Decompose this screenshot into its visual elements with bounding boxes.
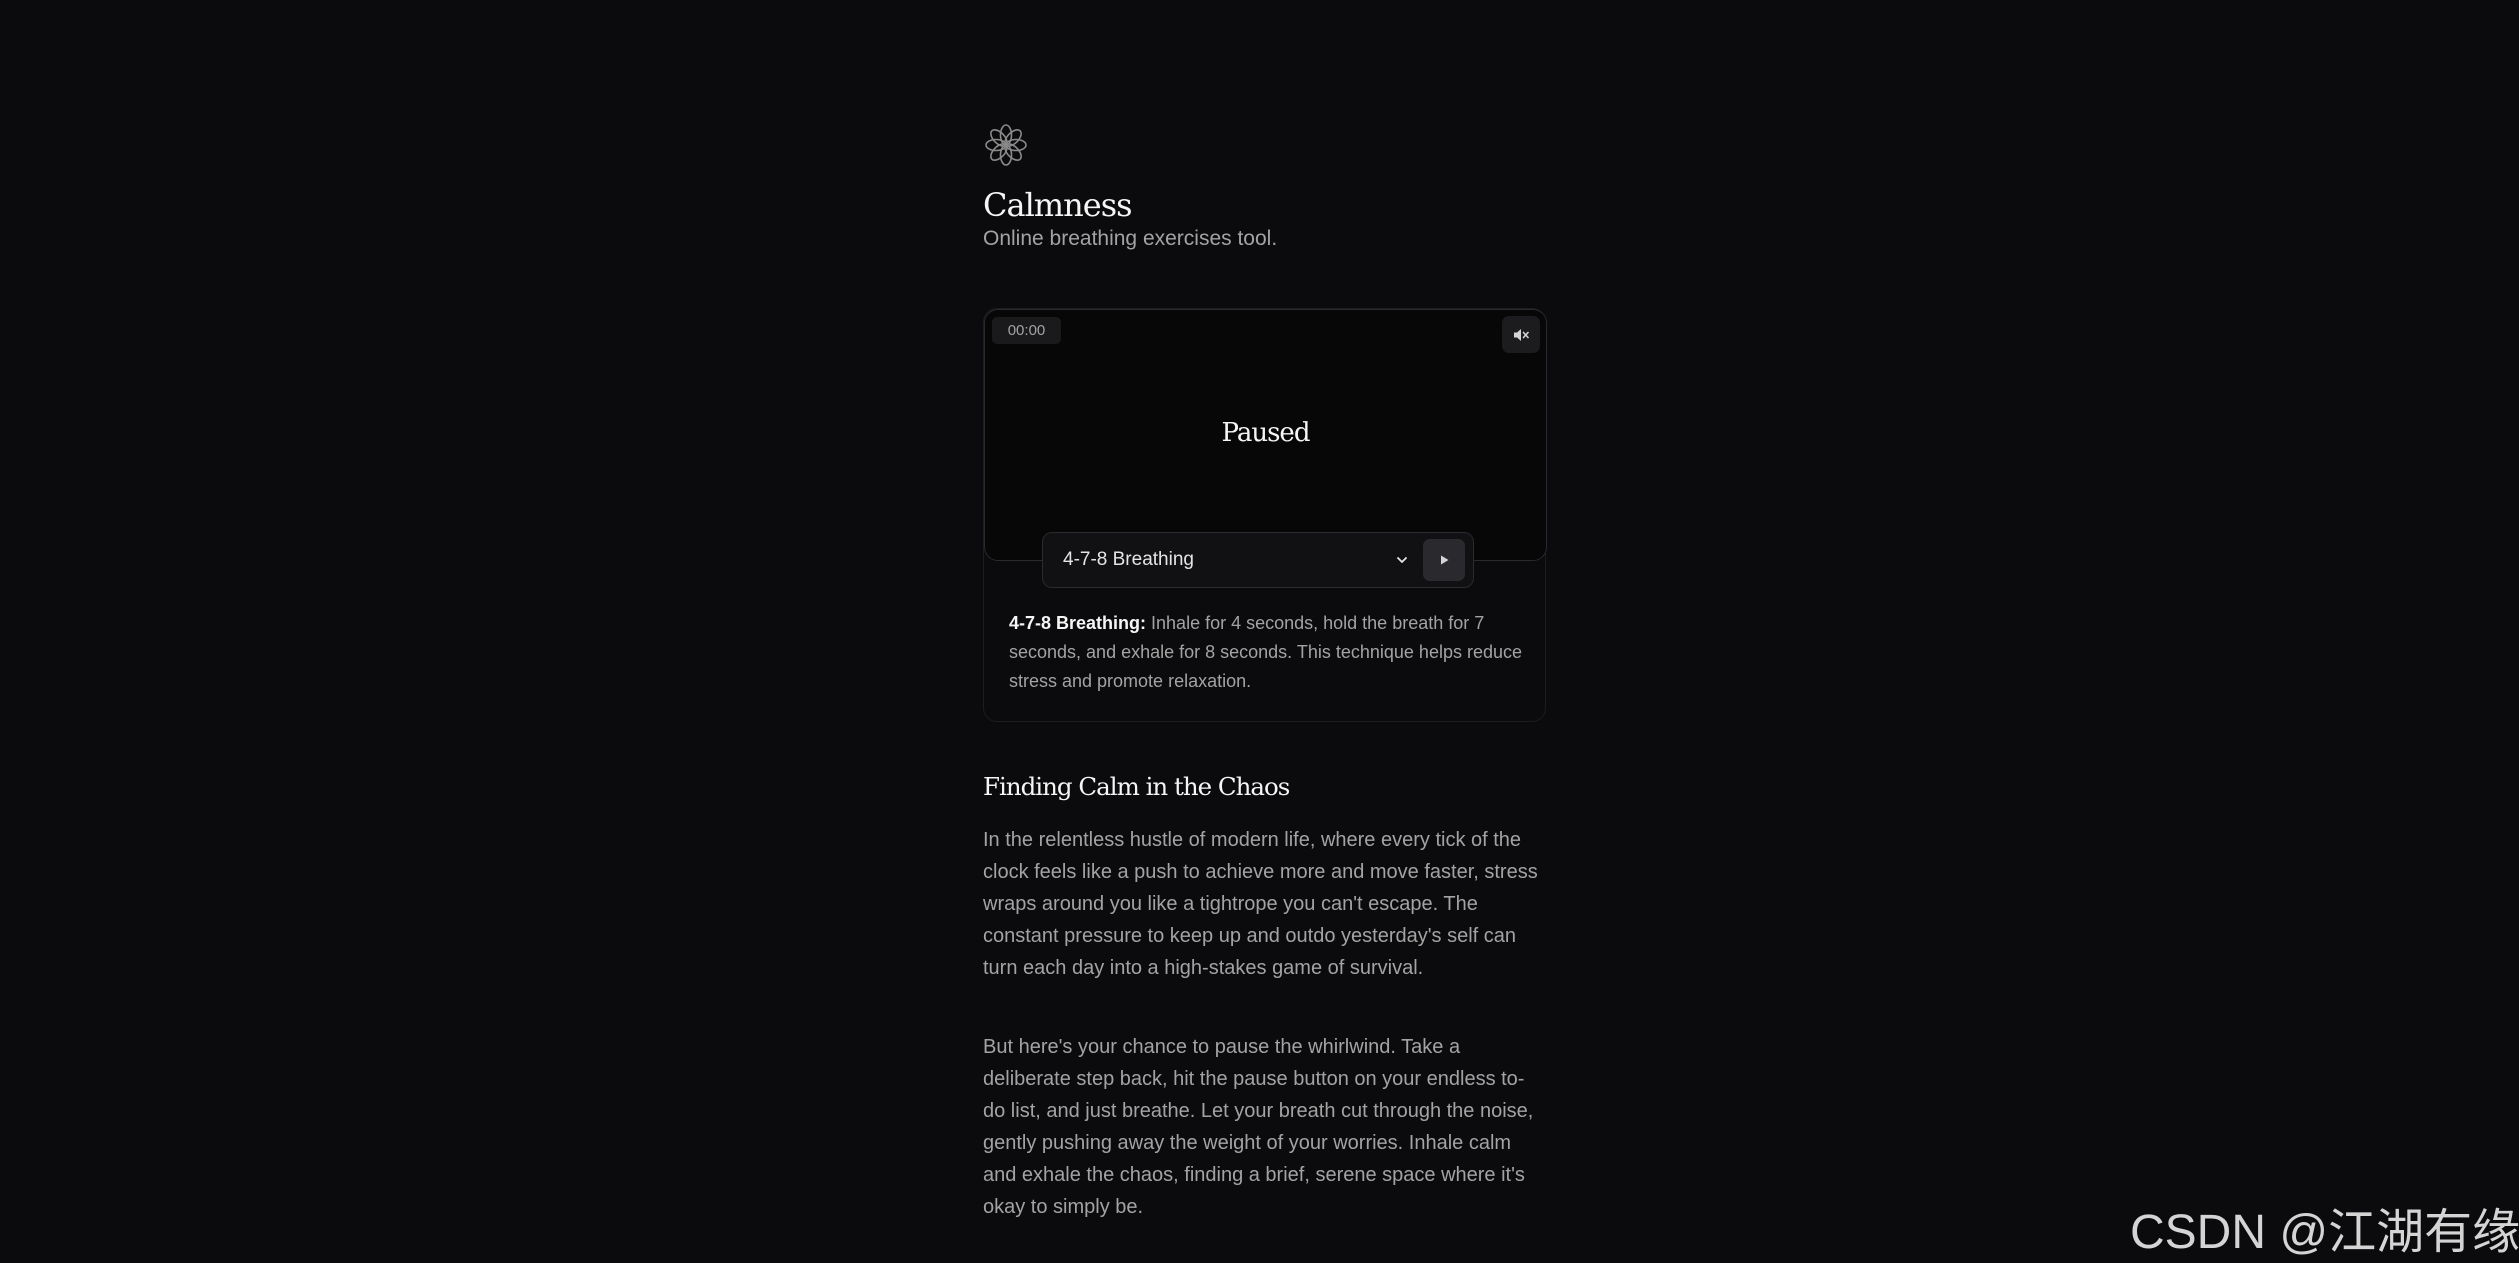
article-paragraph: In the relentless hustle of modern life,…: [983, 829, 1538, 979]
timer-display: 00:00: [992, 317, 1061, 344]
watermark: CSDN @江湖有缘: [2130, 1206, 2519, 1259]
exercise-description-name: 4-7-8 Breathing:: [1009, 613, 1147, 633]
mute-button[interactable]: [1502, 316, 1540, 353]
article-paragraph: But here's your chance to pause the whir…: [983, 1036, 1534, 1218]
exercise-card: 00:00 Paused 4-7-8 Breathing 4-7-8 Breat…: [983, 308, 1547, 722]
play-button[interactable]: [1423, 539, 1465, 581]
breathing-stage: 00:00 Paused: [984, 309, 1547, 561]
exercise-select-value: 4-7-8 Breathing: [1063, 549, 1194, 570]
play-icon: [1441, 555, 1449, 565]
exercise-description: 4-7-8 Breathing: Inhale for 4 seconds, h…: [1009, 609, 1529, 696]
app-subtitle: Online breathing exercises tool.: [983, 227, 1278, 250]
exercise-controls: 4-7-8 Breathing: [1042, 532, 1474, 588]
exercise-select[interactable]: 4-7-8 Breathing: [1043, 533, 1419, 587]
speaker-mute-icon: [1514, 328, 1529, 341]
app-title: Calmness: [983, 186, 1133, 224]
breathing-status: Paused: [1221, 418, 1311, 448]
article-heading: Finding Calm in the Chaos: [983, 772, 1290, 801]
flower-logo-icon: [985, 124, 1027, 166]
chevron-down-icon: [1397, 557, 1407, 563]
